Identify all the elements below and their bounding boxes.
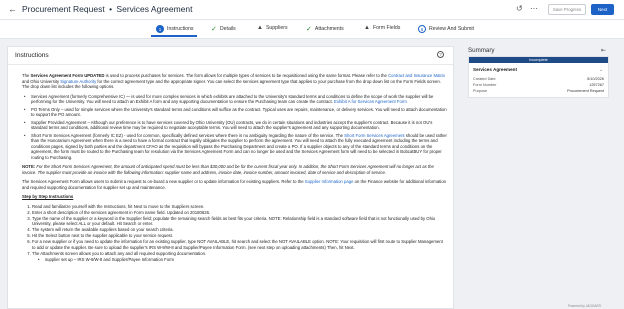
panel-title: Instructions: [15, 52, 49, 59]
tab-label: Review And Submit: [429, 26, 474, 32]
sub-steps-list: supplier set up – IRS W-9/W-8 and Suppli…: [36, 257, 447, 263]
share-icon[interactable]: ↺: [516, 4, 523, 13]
title-text: Procurement Request: [22, 4, 105, 14]
next-button[interactable]: Next: [591, 4, 614, 15]
warning-icon: ▲: [257, 25, 263, 31]
form-number-row: Form Number 1257267: [473, 83, 604, 87]
tab-attachments[interactable]: ✓ Attachments: [306, 25, 344, 33]
tab-label: Form Fields: [372, 25, 401, 31]
row-label: Form Number: [473, 83, 497, 87]
panel-header: Instructions ?: [8, 47, 453, 65]
row-value: Procurement Request: [567, 89, 604, 93]
tab-form-fields[interactable]: ▲ Form Fields: [364, 25, 400, 31]
chevron-down-icon[interactable]: ⌄: [599, 67, 603, 73]
list-item: Read and familiarize yourself with the I…: [32, 204, 447, 210]
tab-label: Instructions: [167, 26, 194, 32]
supplier-paragraph: The Services Agreement Form allows users…: [22, 179, 447, 190]
instructions-panel: Instructions ? The Services Agreement Fo…: [7, 46, 454, 309]
note-label: NOTE:: [22, 164, 36, 169]
list-item: PO Terms Only – used for simple services…: [22, 107, 447, 118]
step-number-icon: 6: [418, 25, 426, 33]
purpose-row: Purpose Procurement Request: [473, 89, 604, 93]
instructions-body: The Services Agreement Form UPDATED is u…: [22, 73, 447, 266]
step-by-step-heading: Step by Step Instructions: [22, 194, 74, 199]
text: Short Form Services Agreement (formerly …: [31, 132, 345, 138]
help-icon[interactable]: ?: [437, 51, 444, 58]
warning-icon: ▲: [364, 25, 370, 31]
tab-details[interactable]: ✓ Details: [211, 25, 236, 33]
status-badge: Incomplete: [469, 57, 608, 63]
text: The Services Agreement Form allows users…: [22, 179, 305, 184]
row-value: 1257267: [589, 83, 604, 87]
more-options-icon[interactable]: ⋯: [530, 4, 538, 13]
list-item: For a new supplier or if you need to upd…: [32, 239, 447, 250]
row-label: Created Date: [473, 77, 496, 81]
tab-review-and-submit[interactable]: 6 Review And Submit: [418, 25, 474, 33]
tab-label: Suppliers: [265, 25, 288, 31]
tab-instructions[interactable]: 1 Instructions: [156, 25, 194, 33]
note-paragraph: NOTE: For the Short Form Services Agreem…: [22, 164, 447, 175]
list-item: Services Agreement (formerly Comprehensi…: [22, 94, 447, 105]
top-bar: ← Procurement Request • Services Agreeme…: [0, 0, 624, 20]
subtitle-text: Services Agreement: [116, 4, 193, 14]
short-form-agreement-link[interactable]: Short Form Services Agreement: [344, 133, 404, 138]
list-item: supplier set up – IRS W-9/W-8 and Suppli…: [36, 257, 447, 263]
summary-title: Summary: [468, 47, 495, 54]
intro-paragraph: The Services Agreement Form UPDATED is u…: [22, 73, 447, 90]
tab-suppliers[interactable]: ▲ Suppliers: [257, 25, 288, 31]
list-item: Short Form Services Agreement (formerly …: [22, 133, 447, 161]
exhibit-a-form-link[interactable]: Exhibit A for Services Agreement Form: [334, 99, 407, 104]
check-icon: ✓: [306, 26, 312, 33]
page-title: Procurement Request • Services Agreement: [22, 4, 193, 14]
check-icon: ✓: [211, 26, 217, 33]
supplier-information-link[interactable]: Supplier Information page: [305, 179, 354, 184]
agreement-types-list: Services Agreement (formerly Comprehensi…: [22, 94, 447, 161]
created-date-row: Created Date 5/10/2026: [473, 77, 604, 81]
list-item: The Attachments screen allows you to att…: [32, 251, 447, 257]
powered-by-text: Powered by JAGGAER: [568, 304, 601, 308]
text: PO Terms Only – used for simple services…: [31, 106, 447, 118]
list-item: Type the name of the supplier or a keywo…: [32, 216, 447, 227]
text: The: [22, 73, 31, 78]
summary-section-title: Services Agreement: [473, 67, 518, 72]
text: is used to process purchases for service…: [104, 73, 389, 78]
tab-label: Details: [219, 26, 236, 32]
text: Supplier Provided Agreement – Although o…: [31, 119, 433, 131]
row-label: Purpose: [473, 89, 488, 93]
summary-card: Incomplete Services Agreement ⌄ Created …: [468, 56, 609, 98]
row-value: 5/10/2026: [587, 77, 604, 81]
steps-list: Read and familiarize yourself with the I…: [32, 204, 447, 257]
note-text: For the Short Form Services Agreement, t…: [22, 164, 434, 175]
form-name: Services Agreement Form UPDATED: [30, 73, 105, 78]
steps-bar: 1 Instructions ✓ Details ▲ Suppliers ✓ A…: [0, 20, 624, 39]
list-item: Supplier Provided Agreement – Although o…: [22, 120, 447, 131]
list-item: Hit the Select button next to the suppli…: [32, 233, 447, 239]
text: and Ohio University: [22, 78, 61, 84]
list-item: The system will return the available sup…: [32, 227, 447, 233]
step-number-icon: 1: [156, 25, 164, 33]
active-tab-indicator: [151, 35, 197, 37]
save-progress-button[interactable]: Save Progress: [548, 4, 586, 15]
list-item: Enter a short description of the service…: [32, 210, 447, 216]
arrow-left-icon[interactable]: ←: [8, 4, 17, 14]
title-separator: •: [109, 4, 113, 14]
signature-authority-link[interactable]: Signature Authority: [60, 79, 96, 84]
collapse-arrow-icon[interactable]: ⇤: [601, 47, 606, 54]
contract-insurance-matrix-link[interactable]: Contract and Insurance Matrix: [388, 73, 445, 78]
tab-label: Attachments: [314, 26, 344, 32]
